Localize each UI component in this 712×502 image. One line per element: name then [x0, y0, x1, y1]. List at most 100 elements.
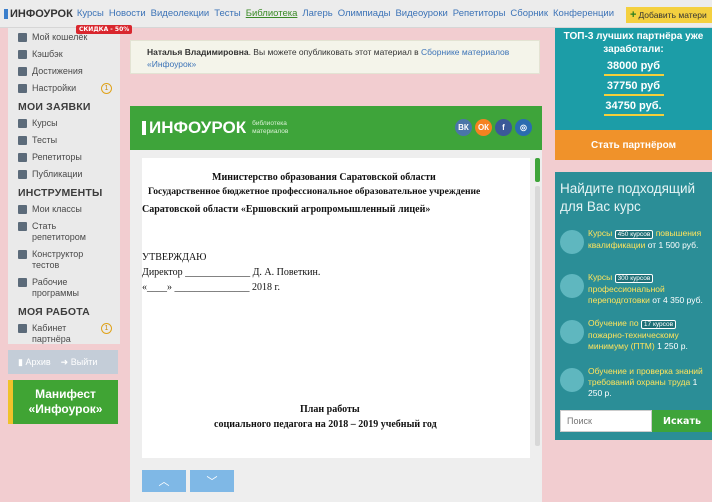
- tutor-icon: [18, 153, 27, 162]
- document-icon: [18, 278, 27, 287]
- sidebar-item-publications[interactable]: Публикации: [8, 166, 120, 183]
- plus-icon: +: [630, 9, 637, 21]
- doc-date: «____» _______________ 2018 г.: [142, 282, 280, 293]
- hard-hat-icon: [560, 368, 584, 392]
- settings-count-badge: 1: [101, 83, 112, 94]
- logo-bars-icon: [4, 8, 8, 19]
- fire-extinguisher-icon: [560, 320, 584, 344]
- course-finder-heading: Найдите подходящий для Вас курс: [560, 181, 696, 214]
- sidebar-item-settings[interactable]: Настройки 1: [8, 80, 120, 97]
- page-up-button[interactable]: ︿: [142, 470, 186, 492]
- nav-link-news[interactable]: Новости: [109, 8, 146, 19]
- sidebar-item-partner-cabinet[interactable]: Кабинет партнёра 1: [8, 320, 120, 348]
- course-count-tag: 300 курсов: [614, 274, 654, 283]
- facebook-icon[interactable]: f: [495, 119, 512, 136]
- notice-text: . Вы можете опубликовать этот материал в: [248, 47, 422, 57]
- nav-link-tests[interactable]: Тесты: [214, 8, 240, 19]
- manifest-button[interactable]: Манифест «Инфоурок»: [8, 380, 118, 424]
- partner-amount-3: 34750 руб.: [603, 100, 664, 116]
- nav-link-collection[interactable]: Сборник: [510, 8, 548, 19]
- document-viewer: ИНФОУРОК библиотека материалов ВК ОК f ◎…: [130, 106, 542, 502]
- publication-icon: [18, 170, 27, 179]
- sidebar-item-tutors[interactable]: Репетиторы: [8, 149, 120, 166]
- nav-link-olympiads[interactable]: Олимпиады: [338, 8, 391, 19]
- course-search: Искать: [560, 410, 712, 432]
- sidebar-item-cashback[interactable]: Кэшбэк: [8, 46, 120, 63]
- page-navigation: ︿ ﹀: [142, 470, 234, 492]
- course-finder: Найдите подходящий для Вас курс Курсы 45…: [555, 172, 712, 440]
- become-partner-button[interactable]: Стать партнёром: [555, 130, 712, 160]
- viewer-logo: ИНФОУРОК библиотека материалов: [142, 118, 302, 138]
- grid-icon: [18, 250, 27, 259]
- nav-link-library[interactable]: Библиотека: [246, 8, 298, 19]
- cashback-icon: [18, 50, 27, 59]
- odnoklassniki-icon[interactable]: ОК: [475, 119, 492, 136]
- course-item-qualification[interactable]: Курсы 450 курсов повышения квалификации …: [560, 228, 712, 254]
- page-down-button[interactable]: ﹀: [190, 470, 234, 492]
- partner-amount-1: 38000 руб: [603, 60, 664, 76]
- course-item-fire-safety[interactable]: Обучение по 17 курсов пожарно-техническо…: [560, 318, 712, 352]
- graduation-cap-icon: [18, 119, 27, 128]
- sidebar-item-become-tutor[interactable]: Стать репетитором: [8, 218, 120, 246]
- section-tools: ИНСТРУМЕНТЫ: [18, 187, 103, 199]
- wallet-icon: [18, 33, 27, 42]
- top-navigation: ИНФОУРОК Курсы Новости Видеолекции Тесты…: [0, 0, 712, 28]
- doc-lyceum: Саратовской области «Ершовский агропромы…: [142, 204, 431, 215]
- classes-icon: [18, 205, 27, 214]
- gear-icon: [18, 84, 27, 93]
- section-my-work: МОЯ РАБОТА: [18, 306, 90, 318]
- course-item-retraining[interactable]: Курсы 300 курсов профессиональной перепо…: [560, 272, 712, 306]
- viewer-header: ИНФОУРОК библиотека материалов ВК ОК f ◎: [130, 106, 542, 150]
- check-circle-icon: [18, 136, 27, 145]
- nav-link-courses[interactable]: Курсы: [77, 8, 104, 19]
- doc-scrollbar-thumb[interactable]: [535, 158, 540, 182]
- nav-link-camp[interactable]: Лагерь: [302, 8, 332, 19]
- doc-scrollbar-track[interactable]: [535, 186, 540, 446]
- sidebar-item-test-builder[interactable]: Конструктор тестов: [8, 246, 120, 274]
- doc-plan-title: План работы: [300, 404, 360, 415]
- trophy-icon: [18, 67, 27, 76]
- doc-director: Директор _____________ Д. А. Поветкин.: [142, 267, 321, 278]
- archive-link[interactable]: ▮ Архив: [18, 357, 51, 368]
- course-count-tag: 450 курсов: [614, 230, 654, 239]
- nav-link-videolessons[interactable]: Видеоуроки: [395, 8, 447, 19]
- nav-link-tutors[interactable]: Репетиторы: [453, 8, 506, 19]
- infourok-logo[interactable]: ИНФОУРОК: [4, 8, 73, 20]
- social-buttons: ВК ОК f ◎: [455, 119, 532, 136]
- publish-notice: Наталья Владимировна. Вы можете опублико…: [130, 40, 540, 74]
- doc-plan-subtitle: социального педагога на 2018 – 2019 учеб…: [214, 419, 437, 430]
- sidebar-item-work-programs[interactable]: Рабочие программы: [8, 274, 120, 302]
- document-page: Министерство образования Саратовской обл…: [142, 158, 530, 458]
- add-material-button[interactable]: + Добавить матери: [626, 7, 712, 23]
- sidebar-item-tests[interactable]: Тесты: [8, 132, 120, 149]
- doc-approve: УТВЕРЖДАЮ: [142, 252, 207, 263]
- discount-badge: СКИДКА - 50%: [76, 25, 133, 34]
- lightbulb-icon: [560, 230, 584, 254]
- logout-link[interactable]: ➜ Выйти: [61, 357, 98, 368]
- cabinet-icon: [18, 324, 27, 333]
- course-count-tag: 17 курсов: [640, 320, 677, 329]
- course-search-button[interactable]: Искать: [652, 410, 712, 432]
- become-tutor-icon: [18, 222, 27, 231]
- sidebar-item-my-classes[interactable]: Мои классы: [8, 201, 120, 218]
- notice-user-name: Наталья Владимировна: [147, 47, 249, 57]
- sidebar-footer: ▮ Архив ➜ Выйти: [8, 350, 118, 374]
- nav-link-videolectures[interactable]: Видеолекции: [151, 8, 210, 19]
- mailru-icon[interactable]: ◎: [515, 119, 532, 136]
- vk-icon[interactable]: ВК: [455, 119, 472, 136]
- doc-ministry: Министерство образования Саратовской обл…: [212, 172, 436, 183]
- doc-institution: Государственное бюджетное профессиональн…: [148, 186, 481, 197]
- partner-promo-title: ТОП-3 лучших партнёра уже заработали:: [563, 31, 704, 55]
- partner-count-badge: 1: [101, 323, 112, 334]
- graduation-cap-icon: [560, 274, 584, 298]
- course-item-labor-safety[interactable]: Обучение и проверка знаний требований ох…: [560, 366, 712, 399]
- logo-text: ИНФОУРОК: [10, 7, 73, 20]
- nav-link-conferences[interactable]: Конференции: [553, 8, 614, 19]
- viewer-logo-subtitle: библиотека материалов: [252, 120, 289, 135]
- section-my-requests: МОИ ЗАЯВКИ: [18, 101, 91, 113]
- partner-amount-2: 37750 руб: [603, 80, 664, 96]
- sidebar: Мой кошелёк Кэшбэк Достижения Настройки …: [8, 28, 120, 344]
- course-search-input[interactable]: [560, 410, 652, 432]
- sidebar-item-achievements[interactable]: Достижения: [8, 63, 120, 80]
- sidebar-item-courses[interactable]: Курсы: [8, 115, 120, 132]
